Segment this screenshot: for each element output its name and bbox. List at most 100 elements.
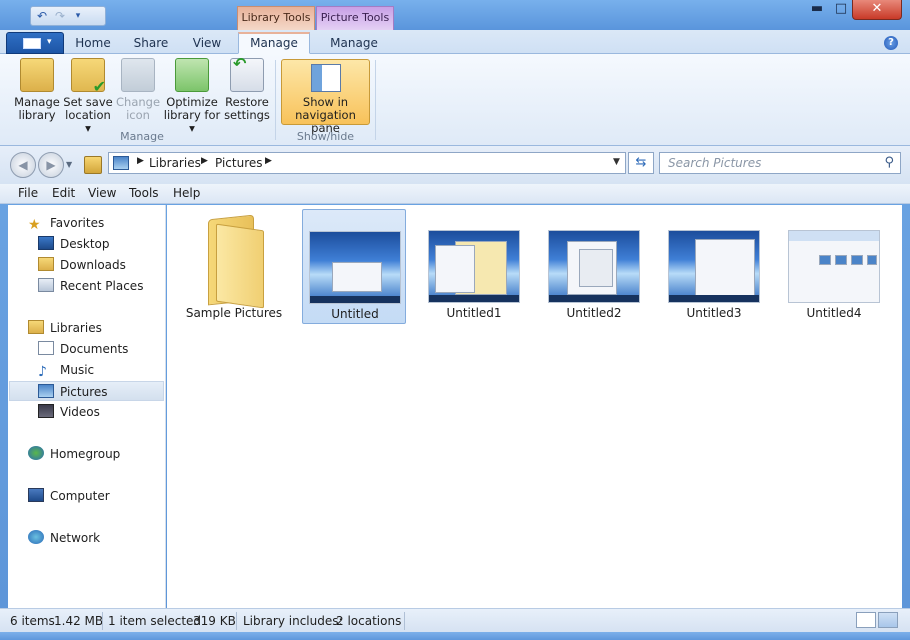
details-view-icon[interactable]: [856, 612, 876, 628]
tab-manage-library[interactable]: Manage: [238, 32, 310, 54]
navigation-pane: ★ Favorites Desktop Downloads Recent Plac…: [8, 205, 166, 608]
optimize-library-icon: [175, 58, 209, 92]
undo-icon[interactable]: ↶: [35, 9, 49, 23]
restore-settings-button[interactable]: ↶ Restore settings: [224, 56, 270, 122]
status-separator: [404, 612, 405, 630]
change-icon-label: Change icon: [116, 95, 161, 122]
nav-item-homegroup[interactable]: Homegroup: [28, 444, 120, 464]
breadcrumb-arrow-icon[interactable]: ▶: [201, 156, 208, 166]
nav-item-label: Recent Places: [60, 279, 144, 293]
restore-settings-label: Restore settings: [224, 95, 270, 122]
customize-qat-icon[interactable]: ▾: [71, 9, 85, 23]
manage-library-button[interactable]: Manage library: [14, 58, 60, 122]
nav-item-music[interactable]: ♪ Music: [38, 360, 94, 380]
close-button[interactable]: ✕: [852, 0, 902, 20]
file-item-image[interactable]: Untitled4: [782, 209, 886, 324]
file-item-image[interactable]: Untitled3: [662, 209, 766, 324]
set-save-location-button[interactable]: ✔ Set save location ▾: [62, 58, 114, 135]
up-folder-icon[interactable]: [84, 156, 102, 174]
nav-item-label: Network: [50, 531, 101, 545]
documents-icon: [38, 341, 54, 355]
menu-file[interactable]: File: [18, 186, 38, 200]
nav-item-videos[interactable]: Videos: [38, 402, 100, 422]
forward-button[interactable]: ▶: [38, 152, 64, 178]
recent-places-icon: [38, 278, 54, 292]
help-icon[interactable]: ?: [884, 36, 898, 50]
breadcrumb-libraries[interactable]: Libraries: [149, 156, 201, 170]
tab-home[interactable]: Home: [70, 34, 116, 54]
file-item-image[interactable]: Untitled1: [422, 209, 526, 324]
nav-item-recent-places[interactable]: Recent Places: [38, 276, 143, 296]
refresh-button[interactable]: ⇆: [628, 152, 654, 174]
minimize-button[interactable]: ▬: [804, 0, 830, 20]
nav-item-documents[interactable]: Documents: [38, 339, 128, 359]
tab-view[interactable]: View: [184, 34, 230, 54]
nav-item-label: Music: [60, 363, 95, 377]
menu-tools[interactable]: Tools: [129, 186, 159, 200]
search-box[interactable]: Search Pictures ⚲: [659, 152, 901, 174]
optimize-library-button[interactable]: Optimize library for ▾: [162, 58, 222, 135]
file-menu-button[interactable]: ▾: [6, 32, 64, 54]
address-bar[interactable]: ▶ Libraries ▶ Pictures ▶ ▼: [108, 152, 626, 174]
recent-locations-dropdown-icon[interactable]: ▼: [66, 160, 72, 169]
window-frame-bottom: [0, 632, 910, 640]
address-history-dropdown-icon[interactable]: ▼: [613, 157, 620, 167]
chevron-down-icon: ▾: [47, 37, 52, 47]
large-icons-view-icon[interactable]: [878, 612, 898, 628]
nav-item-libraries[interactable]: Libraries: [28, 318, 102, 338]
show-in-navigation-pane-button[interactable]: Show in navigation pane: [281, 59, 370, 135]
star-icon: ★: [28, 217, 41, 233]
nav-item-network[interactable]: Network: [28, 528, 100, 548]
file-item-image[interactable]: Untitled2: [542, 209, 646, 324]
file-name: Untitled4: [806, 306, 862, 320]
image-thumbnail: [788, 230, 880, 303]
nav-item-downloads[interactable]: Downloads: [38, 255, 126, 275]
ribbon-tab-row: ▾ Home Share View Manage Manage: [0, 30, 910, 54]
status-total-size: 1.42 MB: [54, 614, 104, 628]
quick-access-toolbar: ↶ ↷ ▾: [30, 6, 106, 26]
breadcrumb-pictures[interactable]: Pictures: [215, 156, 263, 170]
nav-item-label: Videos: [60, 405, 100, 419]
menu-help[interactable]: Help: [173, 186, 200, 200]
status-selected-size: 319 KB: [193, 614, 236, 628]
menu-edit[interactable]: Edit: [52, 186, 75, 200]
nav-item-desktop[interactable]: Desktop: [38, 234, 110, 254]
nav-item-favorites[interactable]: ★ Favorites: [28, 213, 104, 233]
explorer-window: ↶ ↷ ▾ Library Tools Picture Tools ▬ □ ✕ …: [0, 0, 910, 640]
computer-icon: [28, 488, 44, 502]
back-arrow-icon: ◀: [18, 158, 28, 172]
ribbon: Manage library ✔ Set save location ▾ Cha…: [0, 54, 910, 146]
search-icon[interactable]: ⚲: [884, 155, 894, 170]
group-label-manage: Manage: [120, 130, 164, 143]
nav-item-label: Downloads: [60, 258, 126, 272]
tab-manage-picture[interactable]: Manage: [318, 34, 390, 54]
image-thumbnail: [428, 230, 520, 303]
file-item-folder[interactable]: Sample Pictures: [182, 209, 286, 324]
redo-icon[interactable]: ↷: [53, 9, 67, 23]
status-library-locations[interactable]: 2 locations: [336, 614, 401, 628]
nav-item-pictures[interactable]: Pictures: [9, 381, 164, 401]
tab-share[interactable]: Share: [128, 34, 174, 54]
breadcrumb-arrow-icon[interactable]: ▶: [137, 156, 144, 166]
search-placeholder: Search Pictures: [668, 156, 762, 170]
file-item-image[interactable]: Untitled: [302, 209, 406, 324]
maximize-button[interactable]: □: [828, 0, 854, 20]
pictures-icon: [38, 384, 54, 398]
manage-library-label: Manage library: [14, 95, 60, 122]
group-separator: [375, 60, 376, 140]
status-bar: 6 items 1.42 MB 1 item selected 319 KB L…: [0, 608, 910, 632]
menu-view[interactable]: View: [88, 186, 116, 200]
network-icon: [28, 530, 44, 544]
libraries-icon: [28, 320, 44, 334]
nav-item-label: Desktop: [60, 237, 110, 251]
videos-icon: [38, 404, 54, 418]
back-button[interactable]: ◀: [10, 152, 36, 178]
file-name: Untitled3: [686, 306, 742, 320]
image-thumbnail: [548, 230, 640, 303]
folder-icon: [206, 214, 266, 309]
breadcrumb-arrow-icon[interactable]: ▶: [265, 156, 272, 166]
nav-item-computer[interactable]: Computer: [28, 486, 110, 506]
homegroup-icon: [28, 446, 44, 460]
change-icon-button[interactable]: Change icon: [116, 58, 160, 122]
forward-arrow-icon: ▶: [46, 158, 56, 172]
